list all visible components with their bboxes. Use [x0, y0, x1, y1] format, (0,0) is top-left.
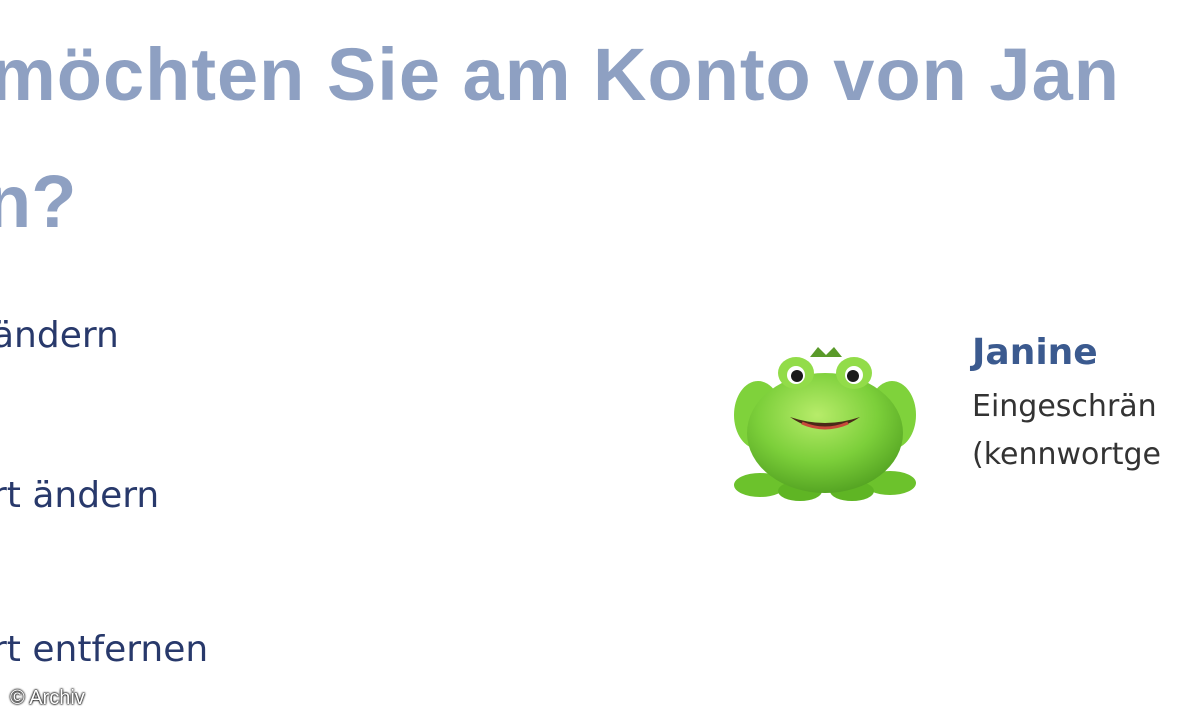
task-link-remove-password[interactable]: rt entfernen [0, 632, 208, 668]
task-link-change-password[interactable]: rt ändern [0, 478, 159, 514]
account-type: Eingeschrän [972, 389, 1157, 424]
account-card: Janine Eingeschrän (kennwortge [730, 325, 1200, 515]
copyright-watermark: © Archiv [10, 687, 85, 709]
account-password-status: (kennwortge [972, 437, 1161, 472]
page-title-line-2: n? [0, 160, 77, 243]
task-link-change-name[interactable]: ändern [0, 318, 119, 354]
page-title-line-1: möchten Sie am Konto von Jan [0, 33, 1120, 116]
frog-avatar-icon [730, 345, 920, 505]
account-name[interactable]: Janine [972, 335, 1098, 371]
